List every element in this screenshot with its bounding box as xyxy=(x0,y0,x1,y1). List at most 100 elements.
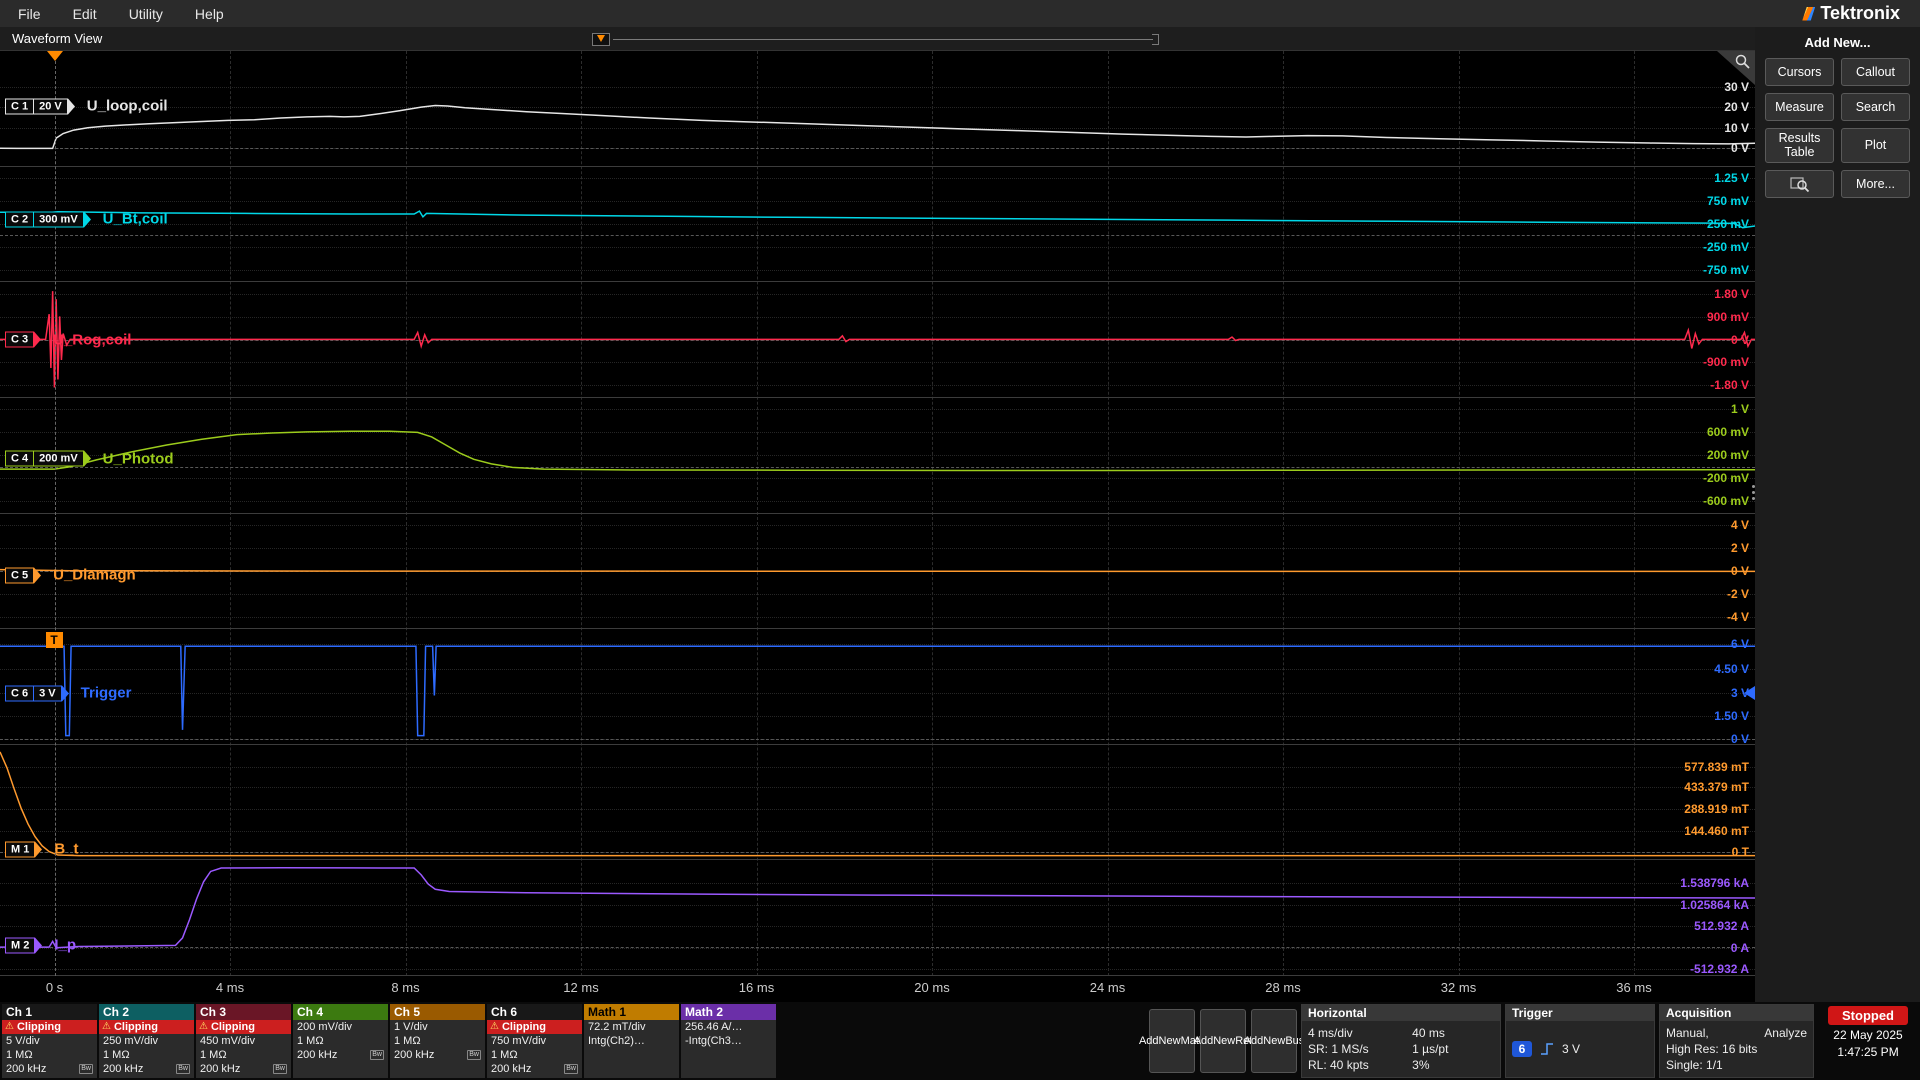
badge-setting-value: 200 kHz xyxy=(394,1049,434,1061)
menu-file[interactable]: File xyxy=(10,6,65,22)
axis-label: -750 mV xyxy=(1703,263,1749,277)
clipping-warning: ⚠Clipping xyxy=(196,1020,291,1034)
bandwidth-icon: Bw xyxy=(564,1064,578,1074)
badge-setting: 450 mV/div xyxy=(196,1034,291,1048)
channel-id: M 1 xyxy=(5,841,35,857)
trigger-marker-icon xyxy=(597,35,605,42)
acquisition-panel[interactable]: Acquisition Manual, Analyze High Res: 16… xyxy=(1659,1004,1814,1078)
panel-splitter-handle[interactable] xyxy=(1752,482,1755,503)
menu-items: FileEditUtilityHelp xyxy=(10,6,248,22)
channel-scale: 20 V xyxy=(34,98,68,114)
channel-strip-c-1: 30 V20 V10 V0 VC 120 VU_loop,coil xyxy=(0,51,1755,167)
menu-bar: FileEditUtilityHelp Tektronix xyxy=(0,0,1920,27)
search-button[interactable]: Search xyxy=(1841,93,1910,121)
callout-button[interactable]: Callout xyxy=(1841,58,1910,86)
channel-badge-c-2[interactable]: C 2300 mVU_Bt,coil xyxy=(5,211,168,228)
waveform-trace-u-bt-coil xyxy=(0,167,1755,282)
waveform-view-titlebar[interactable]: Waveform View xyxy=(0,27,1755,51)
axis-label: 750 mV xyxy=(1707,194,1749,208)
results-table-button[interactable]: Results Table xyxy=(1765,128,1834,163)
axis-label: 4 V xyxy=(1731,518,1749,532)
badge-setting: 200 mV/div xyxy=(293,1020,388,1034)
menu-help[interactable]: Help xyxy=(187,6,248,22)
trigger-panel[interactable]: Trigger 6 3 V xyxy=(1505,1004,1655,1078)
badge-math-2[interactable]: Math 2256.46 A/…-Intg(Ch3… xyxy=(681,1004,776,1078)
axis-label: 20 V xyxy=(1724,100,1749,114)
warning-icon: ⚠ xyxy=(490,1022,499,1032)
channel-badge-c-5[interactable]: C 5U_Diamagn xyxy=(5,567,136,584)
channel-badge-c-3[interactable]: C 3U_Rog,coil xyxy=(5,331,131,348)
cursors-button[interactable]: Cursors xyxy=(1765,58,1834,86)
channel-badge-m-2[interactable]: M 2I_p xyxy=(5,937,76,954)
add-new-math-button[interactable]: AddNewMath xyxy=(1149,1009,1195,1073)
channel-strip-m-2: 1.538796 kA1.025864 kA512.932 A0 A-512.9… xyxy=(0,860,1755,976)
channel-badges: Ch 1⚠Clipping5 V/div1 MΩ200 kHzBwCh 2⚠Cl… xyxy=(2,1004,776,1078)
badge-setting: 200 kHzBw xyxy=(2,1062,97,1076)
plot-button[interactable]: Plot xyxy=(1841,128,1910,163)
channel-badge-c-4[interactable]: C 4200 mVU_Photod xyxy=(5,450,173,467)
channel-name-label: U_Photod xyxy=(103,450,174,467)
badge-ch-3[interactable]: Ch 3⚠Clipping450 mV/div1 MΩ200 kHzBw xyxy=(196,1004,291,1078)
channel-id: C 5 xyxy=(5,567,34,583)
horizontal-panel[interactable]: Horizontal 4 ms/div 40 ms SR: 1 MS/s 1 µ… xyxy=(1301,1004,1501,1078)
badge-ch-5[interactable]: Ch 51 V/div1 MΩ200 kHzBw xyxy=(390,1004,485,1078)
zoom-button[interactable] xyxy=(1765,170,1834,198)
axis-label: 200 mV xyxy=(1707,448,1749,462)
channel-id: C 1 xyxy=(5,98,34,114)
more-button[interactable]: More... xyxy=(1841,170,1910,198)
acquisition-mode-row: Manual, Analyze xyxy=(1666,1026,1807,1040)
badge-ch-2[interactable]: Ch 2⚠Clipping250 mV/div1 MΩ200 kHzBw xyxy=(99,1004,194,1078)
add-new-ref-button[interactable]: AddNewRef xyxy=(1200,1009,1246,1073)
badge-setting: 1 MΩ xyxy=(293,1034,388,1048)
record-view-track[interactable] xyxy=(613,39,1153,40)
clipping-warning: ⚠Clipping xyxy=(99,1020,194,1034)
trigger-position-marker[interactable] xyxy=(47,51,63,61)
badge-math-1[interactable]: Math 172.2 mT/divIntg(Ch2)… xyxy=(584,1004,679,1078)
badge-setting: 5 V/div xyxy=(2,1034,97,1048)
badge-setting: 200 kHzBw xyxy=(99,1062,194,1076)
horizontal-panel-body: 4 ms/div 40 ms SR: 1 MS/s 1 µs/pt RL: 40… xyxy=(1302,1021,1500,1077)
axis-label: 250 mV xyxy=(1707,217,1749,231)
trigger-source-marker[interactable]: T xyxy=(46,632,63,648)
menu-edit[interactable]: Edit xyxy=(65,6,121,22)
record-view-bracket xyxy=(1152,34,1159,45)
axis-label: -512.932 A xyxy=(1690,962,1749,976)
add-new-label: Add New... xyxy=(1765,35,1910,50)
channel-badge-c-6[interactable]: C 63 VTrigger xyxy=(5,685,132,702)
settings-bar: Ch 1⚠Clipping5 V/div1 MΩ200 kHzBwCh 2⚠Cl… xyxy=(0,1002,1920,1080)
axis-label: -2 V xyxy=(1727,587,1749,601)
badge-ch-1[interactable]: Ch 1⚠Clipping5 V/div1 MΩ200 kHzBw xyxy=(2,1004,97,1078)
axis-label: 0 T xyxy=(1732,845,1749,859)
measure-button[interactable]: Measure xyxy=(1765,93,1834,121)
acquisition-mode: Manual, xyxy=(1666,1026,1709,1040)
badge-setting-value: 1 MΩ xyxy=(297,1035,324,1047)
waveform-display[interactable]: 30 V20 V10 V0 VC 120 VU_loop,coil1.25 V7… xyxy=(0,51,1755,976)
badge-setting-value: 1 MΩ xyxy=(394,1035,421,1047)
axis-label: 1.80 V xyxy=(1714,287,1749,301)
badge-setting: 1 V/div xyxy=(390,1020,485,1034)
channel-name-label: B_t xyxy=(54,841,78,858)
horizontal-row: 4 ms/div 40 ms xyxy=(1308,1026,1494,1040)
bandwidth-icon: Bw xyxy=(79,1064,93,1074)
badge-ch-4[interactable]: Ch 4200 mV/div1 MΩ200 kHzBw xyxy=(293,1004,388,1078)
trigger-position-icon[interactable] xyxy=(592,33,610,46)
channel-badge-m-1[interactable]: M 1 B_t xyxy=(5,841,79,858)
record-view-minimap[interactable] xyxy=(592,32,1159,46)
x-axis-label: 12 ms xyxy=(563,980,598,995)
trigger-level-arrow[interactable] xyxy=(1744,686,1755,700)
warning-icon: ⚠ xyxy=(102,1022,111,1032)
axis-label: 288.919 mT xyxy=(1684,802,1749,816)
clipping-label: Clipping xyxy=(17,1021,61,1033)
waveform-trace-i-p xyxy=(0,860,1755,975)
badge-ch-6[interactable]: Ch 6⚠Clipping750 mV/div1 MΩ200 kHzBw xyxy=(487,1004,582,1078)
badge-setting: 1 MΩ xyxy=(487,1048,582,1062)
menu-utility[interactable]: Utility xyxy=(121,6,187,22)
badge-setting-value: 1 MΩ xyxy=(200,1049,227,1061)
add-new-bus-button[interactable]: AddNewBus xyxy=(1251,1009,1297,1073)
badge-setting: Intg(Ch2)… xyxy=(584,1034,679,1048)
badge-setting-value: 200 mV/div xyxy=(297,1021,352,1033)
badge-title: Ch 6 xyxy=(487,1004,582,1020)
channel-badge-c-1[interactable]: C 120 VU_loop,coil xyxy=(5,98,168,115)
badge-setting-value: 200 kHz xyxy=(491,1063,531,1075)
badge-title: Ch 4 xyxy=(293,1004,388,1020)
